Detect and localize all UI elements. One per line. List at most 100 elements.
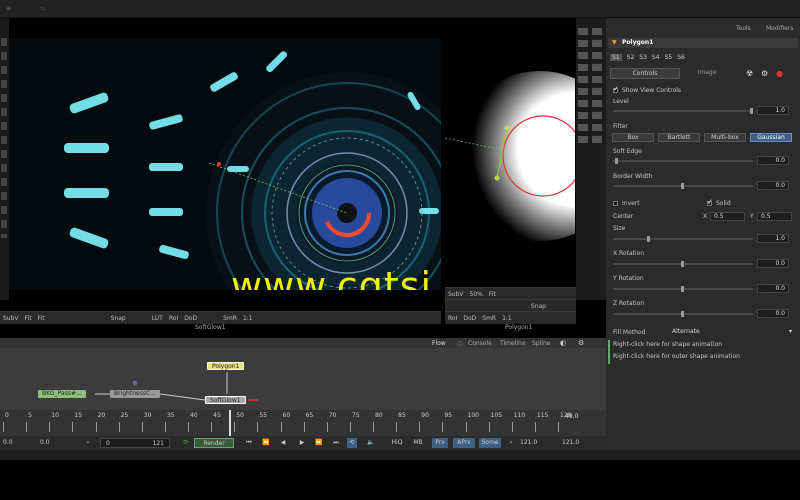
slot-s5[interactable]: S5 [665, 54, 673, 61]
invert-checkbox[interactable] [613, 201, 618, 206]
flow-editor[interactable]: Polygon1 BKG_Pass#... BrightnessC... Sof… [0, 338, 606, 410]
lut-button[interactable]: LUT [152, 315, 163, 322]
tab-modifiers[interactable]: Modifiers [766, 25, 793, 32]
node-brightness[interactable]: BrightnessC... [110, 390, 160, 398]
radiation-icon[interactable]: ☢ [746, 69, 753, 78]
right-viewer[interactable] [445, 38, 575, 290]
go-start-icon[interactable]: ⏮ [244, 438, 254, 448]
slot-s4[interactable]: S4 [652, 54, 660, 61]
soft-edge-value[interactable]: 0.0 [757, 156, 789, 165]
border-width-value[interactable]: 0.0 [757, 181, 789, 190]
render-button[interactable]: Render [194, 438, 234, 448]
slot-s2[interactable]: S2 [627, 54, 635, 61]
timeline-ruler[interactable]: 0 5 10 15 20 25 30 35 40 45 50 55 60 65 70 75 80 85 90 95 10… [0, 410, 606, 436]
tab-spline[interactable]: Spline [532, 340, 550, 347]
node-bkg-pass[interactable]: BKG_Pass#... [38, 390, 86, 398]
snap-button-right[interactable]: Snap [531, 303, 546, 310]
viewer-tools-icon[interactable] [1, 38, 7, 238]
collapse-icon[interactable]: ▼ [612, 39, 617, 46]
menu-item[interactable]: ▭ [40, 5, 46, 12]
hiq-button[interactable]: HiQ [388, 438, 406, 448]
snap-button[interactable]: Snap [111, 315, 126, 322]
border-width-slider[interactable] [613, 183, 753, 189]
aprx-button[interactable]: APrx [453, 438, 475, 448]
end-field-1[interactable]: 121.0 [520, 438, 548, 448]
zoom-level[interactable]: 50% [470, 291, 483, 298]
dod-button-right[interactable]: DoD [463, 315, 476, 322]
filter-bartlett-button[interactable]: Bartlett [658, 133, 700, 142]
center-y-input[interactable]: 0.5 [757, 212, 792, 221]
step-back-icon[interactable]: ⏪ [261, 438, 271, 448]
loop-icon[interactable]: ⟲ [347, 438, 357, 448]
tab-console[interactable]: Console [468, 340, 492, 347]
forward-icon[interactable]: » [506, 438, 516, 448]
mb-button[interactable]: MB [411, 438, 425, 448]
center-x-input[interactable]: 0.5 [710, 212, 745, 221]
fit-button-2[interactable]: Fit [38, 315, 45, 322]
render-icon[interactable]: ⟳ [180, 438, 192, 448]
z-rotation-slider[interactable] [613, 311, 753, 317]
slot-s1[interactable]: S1 [610, 54, 622, 61]
filter-multibox-button[interactable]: Multi-box [704, 133, 746, 142]
subtab-controls[interactable]: Controls [610, 68, 680, 79]
outer-shape-animation-hint[interactable]: Right-click here for outer shape animati… [613, 353, 740, 360]
subv-button[interactable]: SubV [3, 315, 19, 322]
node-polygon1[interactable]: Polygon1 [207, 362, 245, 370]
play-icon[interactable]: ▶ [297, 438, 307, 448]
reset-icon[interactable]: ● [776, 69, 783, 78]
tool-header[interactable]: ▼ Polygon1 [608, 38, 798, 48]
subv-button-right[interactable]: SubV [448, 291, 464, 298]
zoom-1to1-button[interactable]: 1:1 [243, 315, 253, 322]
current-start-field[interactable]: 0.0 [40, 438, 60, 448]
prx-button[interactable]: Prx [432, 438, 448, 448]
global-start-field[interactable]: 0.0 [3, 438, 23, 448]
some-button[interactable]: Some [479, 438, 501, 448]
step-forward-icon[interactable]: ⏩ [314, 438, 324, 448]
slot-s3[interactable]: S3 [639, 54, 647, 61]
x-rotation-value[interactable]: 0.0 [757, 259, 789, 268]
end-field-2[interactable]: 121.0 [562, 438, 590, 448]
roi-button[interactable]: RoI [169, 315, 178, 322]
y-rotation-value[interactable]: 0.0 [757, 284, 789, 293]
tab-timeline[interactable]: Timeline [500, 340, 526, 347]
fit-button[interactable]: Fit [25, 315, 32, 322]
fit-button-right[interactable]: Fit [489, 291, 496, 298]
show-view-controls-checkbox[interactable] [613, 85, 619, 93]
tab-flow[interactable]: Flow [432, 340, 446, 347]
z-rotation-value[interactable]: 0.0 [757, 309, 789, 318]
node-softglow1[interactable]: SoftGlow1 [205, 396, 246, 404]
size-slider[interactable] [613, 236, 753, 242]
fill-method-select[interactable]: Alternate ▾ [672, 327, 792, 337]
render-range-field[interactable]: 0 121 [100, 438, 170, 448]
shape-animation-hint[interactable]: Right-click here for shape animation [613, 341, 722, 348]
rewind-icon[interactable]: « [83, 438, 93, 448]
tab-tools[interactable]: Tools [736, 25, 751, 32]
size-value[interactable]: 1.0 [757, 234, 789, 243]
smr-button-right[interactable]: SmR [482, 315, 496, 322]
x-rotation-slider[interactable] [613, 261, 753, 267]
solid-checkbox[interactable] [707, 198, 713, 206]
menu-icon[interactable]: ≡ [6, 5, 11, 12]
smr-button[interactable]: SmR [223, 315, 237, 322]
level-value[interactable]: 1.0 [757, 106, 789, 115]
playhead[interactable] [229, 410, 231, 436]
subtab-image[interactable]: Image [682, 68, 732, 79]
level-slider[interactable] [613, 108, 753, 114]
soft-edge-slider[interactable] [613, 158, 753, 164]
y-rotation-slider[interactable] [613, 286, 753, 292]
slot-s6[interactable]: S6 [677, 54, 685, 61]
left-viewer[interactable]: www.cgtsj.com [9, 38, 441, 290]
flow-gear-icon[interactable]: ⚙ [578, 339, 584, 347]
play-reverse-icon[interactable]: ◀ [278, 438, 288, 448]
roi-button-right[interactable]: RoI [448, 315, 457, 322]
gear-icon[interactable]: ⚙ [761, 69, 768, 78]
go-end-icon[interactable]: ⏭ [331, 438, 341, 448]
zoom-1to1-button-right[interactable]: 1:1 [502, 315, 512, 322]
dod-button[interactable]: DoD [184, 315, 197, 322]
flow-settings-icon[interactable]: ◐ [560, 339, 566, 347]
polygon-tools-icon[interactable] [578, 28, 588, 148]
audio-icon[interactable]: 🔈 [366, 438, 376, 448]
filter-gaussian-button[interactable]: Gaussian [750, 133, 792, 142]
filter-box-button[interactable]: Box [612, 133, 654, 142]
shape-tools-icon[interactable] [592, 28, 602, 148]
